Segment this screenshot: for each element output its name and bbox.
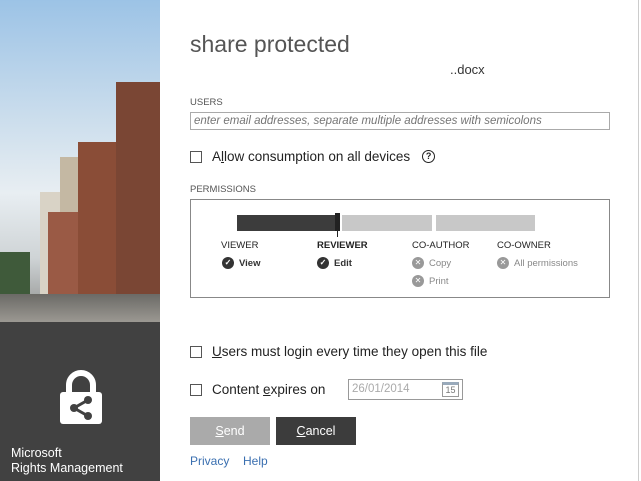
login-every-time-checkbox[interactable]	[190, 345, 202, 358]
users-label: USERS	[190, 97, 223, 108]
level-bar-coauthor[interactable]	[436, 215, 535, 231]
city-street-photo	[0, 0, 160, 322]
help-link[interactable]: Help	[243, 454, 268, 468]
perm-view: ✓ View	[222, 257, 260, 269]
x-icon: ✕	[412, 257, 424, 269]
allow-devices-label[interactable]: Allow consumption on all devices	[212, 149, 410, 164]
expiry-date-value: 26/01/2014	[352, 383, 410, 395]
x-icon: ✕	[497, 257, 509, 269]
permissions-panel: VIEWER REVIEWER CO-AUTHOR CO-OWNER ✓ View…	[190, 199, 610, 298]
side-panel: Microsoft Rights Management	[0, 0, 160, 481]
brand-line1: Microsoft	[11, 446, 62, 460]
permissions-label: PERMISSIONS	[190, 184, 256, 195]
login-row: Users must login every time they open th…	[190, 344, 487, 359]
check-icon: ✓	[222, 257, 234, 269]
expires-checkbox[interactable]	[190, 383, 202, 396]
check-icon: ✓	[317, 257, 329, 269]
level-bar-viewer[interactable]	[237, 215, 336, 231]
allow-devices-row: Allow consumption on all devices ?	[190, 149, 436, 164]
brand-name: Microsoft Rights Management	[11, 446, 123, 476]
perm-print: ✕ Print	[412, 275, 449, 287]
allow-devices-checkbox[interactable]	[190, 150, 202, 163]
slider-tick	[337, 231, 338, 237]
expiry-date-input[interactable]: 26/01/2014 15	[348, 379, 463, 400]
level-reviewer: REVIEWER	[317, 240, 368, 251]
level-coauthor: CO-AUTHOR	[412, 240, 470, 251]
cancel-button[interactable]: Cancel	[276, 417, 356, 445]
file-name: ..docx	[450, 62, 485, 77]
perm-edit: ✓ Edit	[317, 257, 352, 269]
level-coowner: CO-OWNER	[497, 240, 551, 251]
brand-line2: Rights Management	[11, 461, 123, 475]
users-email-input[interactable]	[190, 112, 610, 130]
send-button[interactable]: Send	[190, 417, 270, 445]
level-slider-thumb[interactable]	[335, 213, 340, 231]
login-every-time-label[interactable]: Users must login every time they open th…	[212, 344, 487, 359]
perm-copy: ✕ Copy	[412, 257, 451, 269]
window-border	[638, 0, 639, 481]
x-icon: ✕	[412, 275, 424, 287]
level-viewer: VIEWER	[221, 240, 259, 251]
privacy-link[interactable]: Privacy	[190, 454, 229, 468]
expires-label[interactable]: Content expires on	[212, 382, 325, 397]
help-icon[interactable]: ?	[422, 150, 436, 163]
level-bar-reviewer[interactable]	[342, 215, 432, 231]
expires-row: Content expires on	[190, 382, 325, 397]
page-title: share protected	[190, 31, 350, 57]
perm-all: ✕ All permissions	[497, 257, 578, 269]
calendar-icon[interactable]: 15	[442, 382, 459, 397]
rights-lock-icon	[60, 370, 102, 424]
